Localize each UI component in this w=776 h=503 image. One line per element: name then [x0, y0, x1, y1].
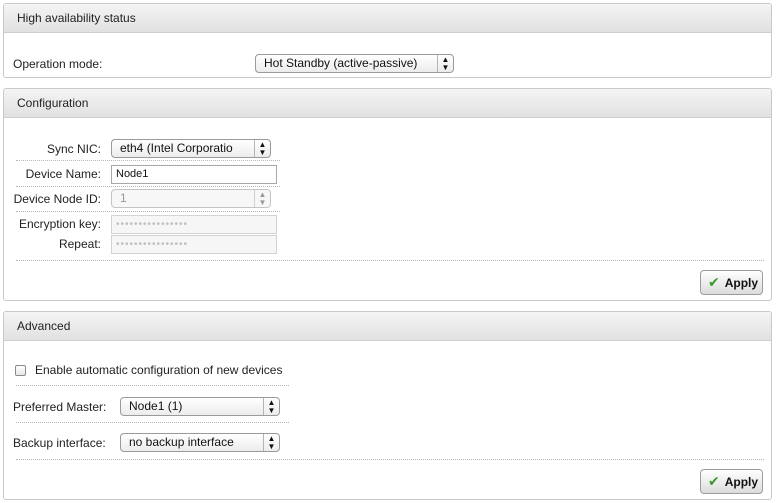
advanced-title: Advanced [4, 312, 771, 341]
device-name-input[interactable]: Node1 [111, 165, 277, 184]
backup-interface-value: no backup interface [129, 435, 234, 449]
apply-label: Apply [724, 475, 759, 489]
preferred-master-label: Preferred Master: [13, 400, 107, 414]
apply-label: Apply [724, 276, 759, 290]
repeat-input: •••••••••••••••• [111, 235, 277, 254]
divider [16, 160, 280, 161]
configuration-panel: Configuration Sync NIC: eth4 (Intel Corp… [3, 88, 772, 301]
device-node-id-label: Device Node ID: [13, 192, 101, 206]
encryption-key-input: •••••••••••••••• [111, 215, 277, 234]
operation-mode-select[interactable]: Hot Standby (active-passive) ▲ ▼ [255, 54, 454, 73]
encryption-key-label: Encryption key: [18, 217, 101, 231]
updown-arrows-icon: ▲ ▼ [254, 140, 270, 157]
ha-status-title: High availability status [4, 4, 771, 33]
divider [16, 422, 289, 423]
updown-arrows-icon: ▲ ▼ [263, 398, 279, 415]
repeat-label: Repeat: [58, 237, 101, 251]
backup-interface-select[interactable]: no backup interface ▲ ▼ [120, 433, 280, 452]
sync-nic-value: eth4 (Intel Corporatio [120, 141, 233, 155]
divider [16, 211, 280, 212]
sync-nic-select[interactable]: eth4 (Intel Corporatio ▲ ▼ [111, 139, 271, 158]
sync-nic-label: Sync NIC: [46, 142, 101, 156]
preferred-master-select[interactable]: Node1 (1) ▲ ▼ [120, 397, 280, 416]
configuration-title: Configuration [4, 89, 771, 118]
auto-config-checkbox[interactable] [15, 365, 26, 376]
updown-arrows-icon: ▲ ▼ [437, 55, 453, 72]
auto-config-label: Enable automatic configuration of new de… [35, 363, 283, 377]
advanced-apply-button[interactable]: ✔ Apply [700, 469, 763, 494]
updown-arrows-icon: ▲ ▼ [254, 190, 270, 207]
divider [16, 385, 289, 386]
checkmark-icon: ✔ [708, 274, 720, 290]
operation-mode-value: Hot Standby (active-passive) [264, 56, 418, 70]
divider [16, 260, 764, 261]
preferred-master-value: Node1 (1) [129, 399, 183, 413]
device-node-id-value: 1 [120, 191, 127, 205]
divider [16, 186, 280, 187]
device-name-label: Device Name: [25, 167, 101, 181]
operation-mode-label: Operation mode: [13, 57, 103, 71]
backup-interface-label: Backup interface: [13, 436, 106, 450]
checkmark-icon: ✔ [708, 473, 720, 489]
divider [16, 459, 764, 460]
updown-arrows-icon: ▲ ▼ [263, 434, 279, 451]
device-node-id-select: 1 ▲ ▼ [111, 189, 271, 208]
advanced-panel: Advanced Enable automatic configuration … [3, 311, 772, 500]
ha-status-panel: High availability status Operation mode:… [3, 3, 772, 78]
configuration-apply-button[interactable]: ✔ Apply [700, 270, 763, 295]
